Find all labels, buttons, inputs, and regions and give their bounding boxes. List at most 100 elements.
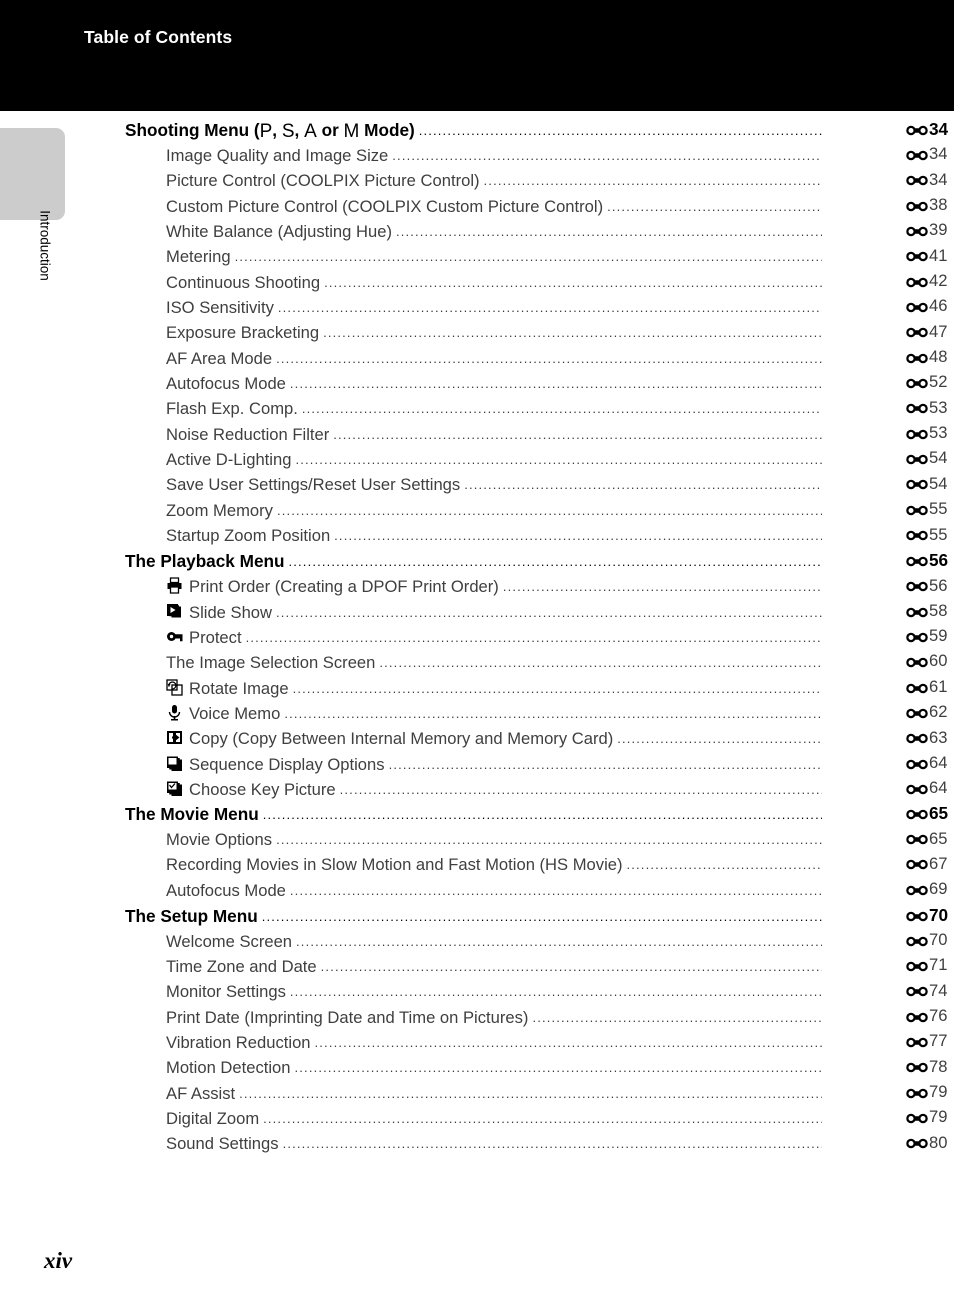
toc-page-reference[interactable]: 54 (822, 448, 954, 468)
toc-page-reference[interactable]: 64 (822, 778, 954, 798)
toc-entry[interactable]: Exposure Bracketing.....................… (0, 322, 954, 347)
toc-page-reference[interactable]: 39 (822, 220, 954, 240)
toc-entry-label: Startup Zoom Position (0, 526, 334, 546)
toc-entry[interactable]: Image Quality and Image Size............… (0, 144, 954, 169)
toc-entry[interactable]: Choose Key Picture......................… (0, 778, 954, 803)
toc-page-number: 56 (929, 549, 949, 570)
toc-entry[interactable]: Motion Detection........................… (0, 1057, 954, 1082)
toc-page-reference[interactable]: 78 (822, 1057, 954, 1077)
toc-entry[interactable]: The Setup Menu..........................… (0, 905, 954, 930)
toc-entry[interactable]: Movie Options...........................… (0, 829, 954, 854)
toc-entry[interactable]: The Playback Menu.......................… (0, 550, 954, 575)
toc-entry[interactable]: Autofocus Mode..........................… (0, 372, 954, 397)
toc-entry-label: ISO Sensitivity (0, 298, 278, 318)
toc-entry[interactable]: Picture Control (COOLPIX Picture Control… (0, 170, 954, 195)
toc-entry[interactable]: Startup Zoom Position...................… (0, 525, 954, 550)
toc-entry[interactable]: AF Assist...............................… (0, 1082, 954, 1107)
toc-page-reference[interactable]: 47 (822, 322, 954, 342)
E-mark-icon (906, 1036, 928, 1049)
toc-page-reference[interactable]: 79 (822, 1107, 954, 1127)
toc-page-reference[interactable]: 59 (822, 626, 954, 646)
toc-entry[interactable]: ISO Sensitivity.........................… (0, 296, 954, 321)
toc-page-reference[interactable]: 46 (822, 296, 954, 316)
toc-page-reference[interactable]: 70 (822, 905, 954, 926)
toc-page-reference[interactable]: 56 (822, 576, 954, 596)
toc-entry[interactable]: The Image Selection Screen..............… (0, 651, 954, 676)
toc-entry[interactable]: Monitor Settings........................… (0, 981, 954, 1006)
toc-page-reference[interactable]: 65 (822, 803, 954, 824)
toc-page-number: 46 (929, 296, 948, 316)
toc-leader-dots: ........................................… (334, 528, 822, 543)
toc-entry[interactable]: Autofocus Mode..........................… (0, 879, 954, 904)
toc-page-reference[interactable]: 34 (822, 170, 954, 190)
E-mark-icon (906, 858, 928, 871)
toc-page-number: 78 (929, 1056, 948, 1076)
toc-page-reference[interactable]: 55 (822, 525, 954, 545)
toc-page-reference[interactable]: 52 (822, 372, 954, 392)
toc-entry[interactable]: Protect.................................… (0, 626, 954, 651)
toc-entry[interactable]: Welcome Screen..........................… (0, 930, 954, 955)
toc-page-reference[interactable]: 70 (822, 930, 954, 950)
toc-entry[interactable]: Shooting Menu (P, S, A or M Mode).......… (0, 119, 954, 144)
toc-entry[interactable]: AF Area Mode............................… (0, 347, 954, 372)
toc-entry[interactable]: Digital Zoom............................… (0, 1107, 954, 1132)
E-mark-icon (906, 377, 928, 390)
toc-entry[interactable]: Vibration Reduction.....................… (0, 1031, 954, 1056)
toc-page-reference[interactable]: 80 (822, 1133, 954, 1153)
toc-entry[interactable]: Sound Settings..........................… (0, 1133, 954, 1158)
toc-entry-text: Voice Memo (189, 703, 281, 723)
toc-page-reference[interactable]: 34 (822, 119, 954, 140)
toc-entry[interactable]: Recording Movies in Slow Motion and Fast… (0, 854, 954, 879)
toc-entry[interactable]: Print Date (Imprinting Date and Time on … (0, 1006, 954, 1031)
toc-entry[interactable]: Continuous Shooting.....................… (0, 271, 954, 296)
toc-entry[interactable]: Rotate Image............................… (0, 677, 954, 702)
toc-page-reference[interactable]: 63 (822, 728, 954, 748)
toc-entry[interactable]: Save User Settings/Reset User Settings..… (0, 474, 954, 499)
toc-entry[interactable]: Slide Show..............................… (0, 601, 954, 626)
toc-entry[interactable]: Copy (Copy Between Internal Memory and M… (0, 727, 954, 752)
toc-page-reference[interactable]: 65 (822, 829, 954, 849)
toc-page-reference[interactable]: 34 (822, 144, 954, 164)
toc-page-reference[interactable]: 74 (822, 981, 954, 1001)
toc-page-reference[interactable]: 60 (822, 651, 954, 671)
toc-page-reference[interactable]: 76 (822, 1006, 954, 1026)
toc-entry-text: AF Area Mode (166, 348, 273, 368)
toc-entry[interactable]: Voice Memo..............................… (0, 702, 954, 727)
toc-entry[interactable]: Sequence Display Options................… (0, 753, 954, 778)
toc-page-number: 55 (929, 499, 948, 519)
toc-page-reference[interactable]: 55 (822, 499, 954, 519)
toc-page-reference[interactable]: 61 (822, 677, 954, 697)
toc-page-reference[interactable]: 53 (822, 423, 954, 443)
toc-entry[interactable]: Zoom Memory.............................… (0, 499, 954, 524)
toc-page-reference[interactable]: 64 (822, 753, 954, 773)
toc-page-reference[interactable]: 53 (822, 398, 954, 418)
toc-entry[interactable]: White Balance (Adjusting Hue)...........… (0, 220, 954, 245)
E-mark-icon (906, 250, 928, 263)
toc-page-reference[interactable]: 71 (822, 955, 954, 975)
toc-page-reference[interactable]: 58 (822, 601, 954, 621)
toc-page-reference[interactable]: 62 (822, 702, 954, 722)
toc-page-reference[interactable]: 56 (822, 550, 954, 571)
toc-entry-text: AF Assist (166, 1083, 236, 1103)
toc-page-reference[interactable]: 79 (822, 1082, 954, 1102)
toc-page-reference[interactable]: 41 (822, 246, 954, 266)
toc-page-reference[interactable]: 42 (822, 271, 954, 291)
toc-entry-label: Recording Movies in Slow Motion and Fast… (0, 855, 627, 875)
toc-page-reference[interactable]: 69 (822, 879, 954, 899)
toc-entry[interactable]: Custom Picture Control (COOLPIX Custom P… (0, 195, 954, 220)
toc-entry[interactable]: Print Order (Creating a DPOF Print Order… (0, 575, 954, 600)
toc-entry[interactable]: Flash Exp. Comp.........................… (0, 398, 954, 423)
toc-entry[interactable]: The Movie Menu..........................… (0, 803, 954, 828)
toc-entry[interactable]: Noise Reduction Filter..................… (0, 423, 954, 448)
toc-page-reference[interactable]: 48 (822, 347, 954, 367)
E-mark-icon (906, 504, 928, 517)
toc-page-reference[interactable]: 38 (822, 195, 954, 215)
toc-entry[interactable]: Time Zone and Date......................… (0, 955, 954, 980)
toc-page-reference[interactable]: 77 (822, 1031, 954, 1051)
toc-page-reference[interactable]: 54 (822, 474, 954, 494)
E-mark-icon (906, 783, 928, 796)
toc-entry[interactable]: Metering................................… (0, 246, 954, 271)
toc-entry-text: Rotate Image (189, 678, 289, 698)
toc-page-reference[interactable]: 67 (822, 854, 954, 874)
toc-entry[interactable]: Active D-Lighting.......................… (0, 448, 954, 473)
